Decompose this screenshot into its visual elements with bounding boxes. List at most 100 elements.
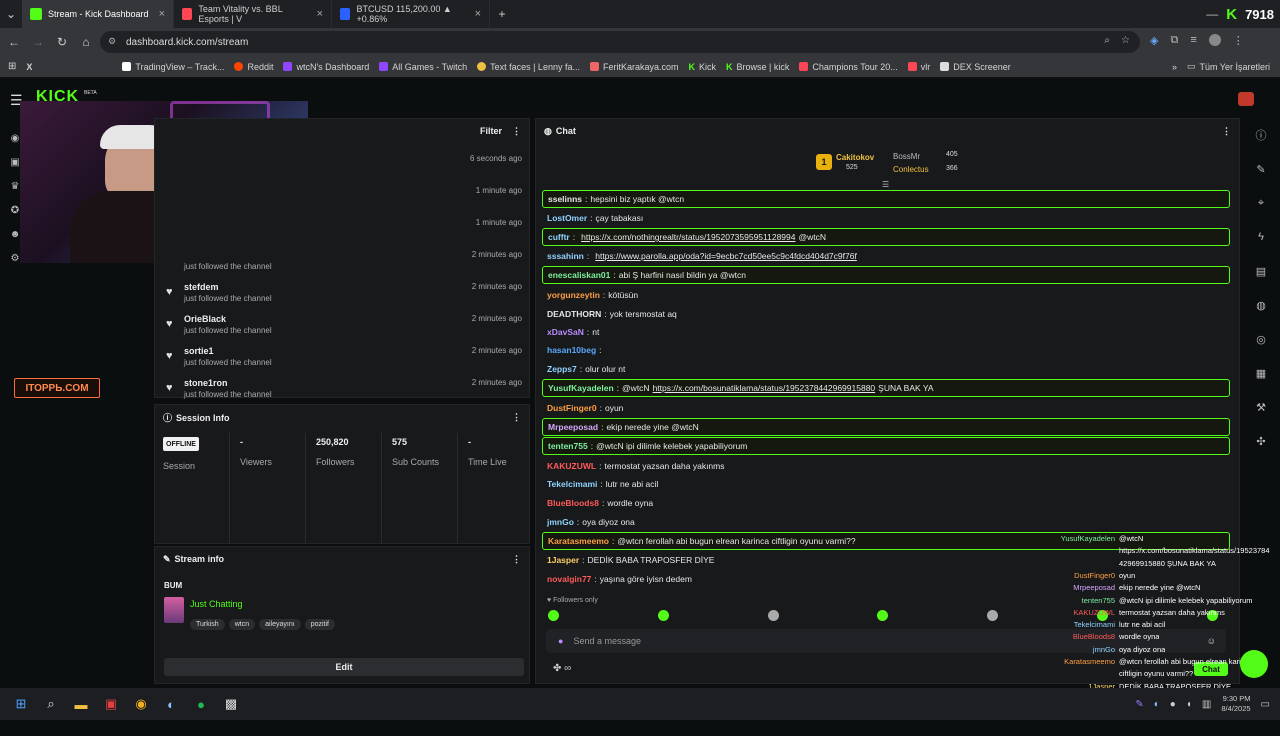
new-tab-icon[interactable]: + — [490, 7, 514, 21]
edit-button[interactable]: Edit — [164, 658, 524, 676]
chat-username[interactable]: sselinns — [548, 194, 582, 204]
close-icon[interactable]: × — [475, 8, 481, 20]
filter-button[interactable]: Filter — [480, 126, 502, 136]
back-icon[interactable]: ← — [2, 35, 26, 49]
spotify-icon[interactable]: ● — [186, 688, 216, 720]
tab-tradingview[interactable]: BTCUSD 115,200.00 ▲ +0.86% × — [332, 0, 490, 28]
emote-icon[interactable] — [767, 610, 779, 621]
apps-icon[interactable]: ✣ — [1246, 424, 1276, 458]
chat-username[interactable]: hasan10beg — [547, 345, 596, 355]
emoji-picker-icon[interactable]: ☺ — [1207, 636, 1216, 646]
pencil-icon[interactable]: ✎ — [1246, 152, 1276, 186]
more-options-icon[interactable]: ⋮ — [1222, 126, 1231, 137]
chat-username[interactable]: enescaliskan01 — [548, 270, 610, 280]
chat-username[interactable]: Zepps7 — [547, 364, 577, 374]
windows-start-icon[interactable]: ⊞ — [6, 688, 36, 720]
zoom-icon[interactable]: ⌕ — [1104, 35, 1110, 46]
x-icon[interactable]: X — [26, 62, 32, 72]
close-icon[interactable]: × — [159, 8, 165, 20]
chat-username[interactable]: Karatasmeemo — [548, 536, 609, 546]
file-explorer-icon[interactable]: ▬ — [66, 688, 96, 720]
all-bookmarks[interactable]: ▭ Tüm Yer İşaretleri — [1187, 61, 1280, 72]
bookmark-reddit[interactable]: Reddit — [234, 62, 273, 72]
tab-vlr[interactable]: Team Vitality vs. BBL Esports | V × — [174, 0, 332, 28]
bookmark-browse-kick[interactable]: K Browse | kick — [726, 62, 789, 72]
chat-username[interactable]: KAKUZUWL — [547, 461, 596, 471]
chat-username[interactable]: sssahinn — [547, 251, 584, 261]
user-avatar[interactable] — [1238, 92, 1254, 106]
chat-bubble-icon[interactable]: ◍ — [1246, 288, 1276, 322]
close-icon[interactable]: × — [317, 8, 323, 20]
chat-username[interactable]: BlueBloods8 — [547, 498, 599, 508]
bookmark-tradingview[interactable]: TradingView – Track... — [122, 62, 224, 72]
chat-username[interactable]: Mrpeeposad — [548, 422, 598, 432]
chat-username[interactable]: DEADTHORN — [547, 309, 601, 319]
chat-link[interactable]: https://x.com/bosunatiklama/status/19523… — [653, 383, 876, 393]
bookmark-dex-screener[interactable]: DEX Screener — [940, 62, 1011, 72]
tag[interactable]: wtcn — [228, 619, 256, 630]
app-icon[interactable]: ▣ — [96, 688, 126, 720]
home-icon[interactable]: ⌂ — [74, 35, 98, 49]
extensions-puzzle-icon[interactable]: ⧉ — [1170, 34, 1178, 47]
tag[interactable]: Turkish — [190, 619, 225, 630]
profile-avatar[interactable] — [1208, 34, 1221, 46]
bookmark-champions-tour[interactable]: Champions Tour 20... — [799, 62, 898, 72]
broadcast-icon[interactable]: ◎ — [1246, 322, 1276, 356]
chat-username[interactable]: yorgunzeytin — [547, 290, 600, 300]
apps-icon[interactable]: ⊞ — [8, 61, 16, 72]
lightning-icon[interactable]: ϟ — [1246, 220, 1276, 254]
chat-username[interactable]: Tekelcimami — [547, 479, 597, 489]
notification-icon[interactable]: ▭ — [1261, 699, 1270, 710]
more-options-icon[interactable]: ⋮ — [512, 554, 521, 565]
chat-username[interactable]: YusufKayadelen — [548, 383, 614, 393]
emote-icon[interactable] — [657, 610, 669, 621]
chat-username[interactable]: novalgin77 — [547, 574, 591, 584]
menu-dots-icon[interactable]: ⋮ — [1233, 34, 1244, 47]
network-icon[interactable]: ▥ — [1202, 699, 1211, 710]
emote-icon[interactable] — [987, 610, 999, 621]
chat-username[interactable]: 1Jasper — [547, 555, 579, 565]
extension-icon[interactable]: ◈ — [1150, 34, 1158, 47]
forward-icon[interactable]: → — [26, 35, 50, 49]
reload-icon[interactable]: ↻ — [50, 35, 74, 49]
wrench-icon[interactable]: ⚒ — [1246, 390, 1276, 424]
steam-tray-icon[interactable]: ◐ — [1154, 699, 1160, 710]
minimize-icon[interactable]: — — [1206, 7, 1218, 21]
follower-name[interactable]: OrieBlack — [184, 314, 226, 324]
document-icon[interactable]: ▤ — [1246, 254, 1276, 288]
crosshair-icon[interactable]: ⌖ — [1246, 186, 1276, 220]
chat-username[interactable]: LostOmer — [547, 213, 587, 223]
more-options-icon[interactable]: ⋮ — [512, 412, 521, 423]
more-options-icon[interactable]: ⋮ — [512, 126, 521, 137]
url-bar[interactable]: ⚙ dashboard.kick.com/stream ⌕ ☆ — [100, 31, 1140, 53]
search-icon[interactable]: ⌕ — [36, 688, 66, 720]
emote-icon[interactable] — [877, 610, 889, 621]
chat-username[interactable]: xDavSaN — [547, 327, 584, 337]
category-link[interactable]: Just Chatting — [190, 599, 243, 609]
chat-username[interactable]: tenten755 — [548, 441, 588, 451]
tab-search-icon[interactable]: ⌄ — [0, 7, 22, 21]
pen-tray-icon[interactable]: ✎ — [1135, 699, 1143, 710]
bookmark-vlr[interactable]: vlr — [907, 62, 930, 72]
bookmark-lenny[interactable]: Text faces | Lenny fa... — [477, 62, 580, 72]
gifter-name[interactable]: Conlectus — [893, 165, 929, 174]
chat-username[interactable]: cufftr — [548, 232, 570, 242]
gifter-name[interactable]: BossMr — [893, 152, 920, 161]
chat-link[interactable]: https://x.com/nothingrealtr/status/19520… — [581, 232, 795, 242]
emote-icon[interactable] — [548, 610, 559, 621]
chat-username[interactable]: jmnGo — [547, 517, 574, 527]
follower-name[interactable]: stefdem — [184, 282, 219, 292]
chat-username[interactable]: DustFinger0 — [547, 403, 597, 413]
top-gifter-name[interactable]: Cakitokov — [836, 153, 874, 162]
tag[interactable]: aileyayını — [259, 619, 301, 630]
layout-icon[interactable]: ▦ — [1246, 356, 1276, 390]
expand-gifters-icon[interactable]: ☰ — [882, 180, 889, 189]
bookmark-ferit[interactable]: FeritKarakaya.com — [589, 62, 679, 72]
clock[interactable]: 9:30 PM 8/4/2025 — [1221, 694, 1250, 714]
bookmark-kick[interactable]: K Kick — [689, 62, 717, 72]
media-icon[interactable]: ≡ — [1190, 34, 1196, 47]
info-icon[interactable]: ⓘ — [1246, 118, 1276, 152]
chat-link[interactable]: https://www.parolla.app/oda?id=9ecbc7cd5… — [595, 251, 857, 261]
follower-name[interactable]: stone1ron — [184, 378, 228, 388]
follower-name[interactable]: sortie1 — [184, 346, 214, 356]
